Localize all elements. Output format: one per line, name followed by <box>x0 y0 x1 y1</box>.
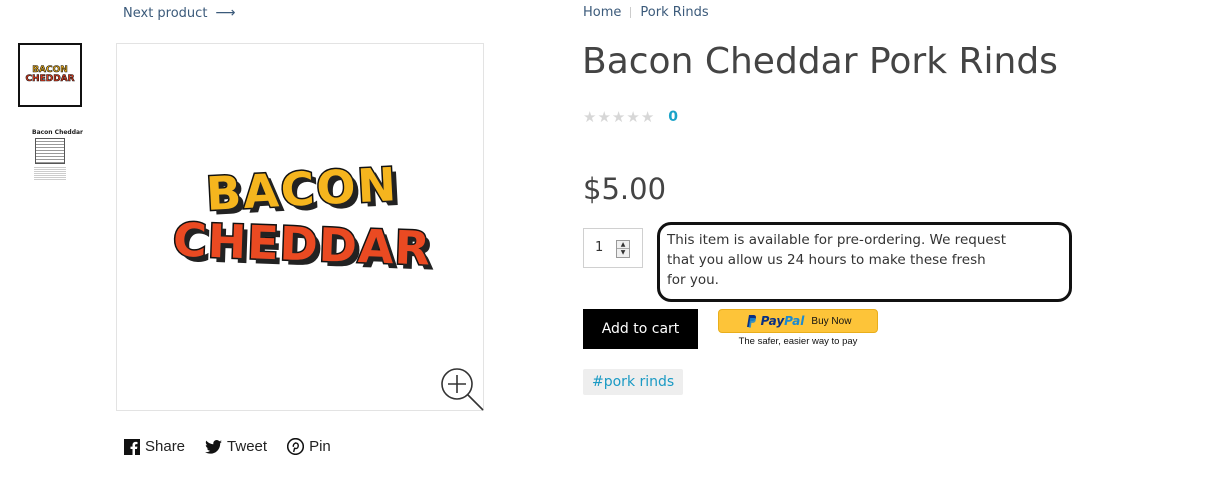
thumbnail-nutrition-label[interactable]: Bacon Cheddar <box>18 125 83 189</box>
share-facebook-button[interactable]: Share <box>124 438 185 455</box>
caret-up-icon[interactable]: ▲ <box>617 241 629 249</box>
breadcrumb-pork-rinds[interactable]: Pork Rinds <box>640 5 708 20</box>
star-icon: ★ <box>640 108 655 126</box>
product-logo: BACON CHEDDAR <box>171 156 434 277</box>
star-rating: ★ ★ ★ ★ ★ <box>583 109 654 125</box>
preorder-note: This item is available for pre-ordering.… <box>667 232 1007 288</box>
star-icon: ★ <box>626 108 640 126</box>
tweet-label: Tweet <box>227 438 268 455</box>
pinterest-icon <box>287 438 305 455</box>
product-tag[interactable]: #pork rinds <box>583 369 684 395</box>
nutrition-label-image: Bacon Cheddar <box>32 129 83 185</box>
product-price: $5.00 <box>583 172 667 206</box>
share-pinterest-button[interactable]: Pin <box>287 438 331 455</box>
twitter-icon <box>205 439 222 454</box>
breadcrumb: Home Pork Rinds <box>583 5 709 20</box>
zoom-icon[interactable] <box>439 366 485 412</box>
next-product-label: Next product <box>123 5 208 21</box>
share-bar: Share Tweet Pin <box>124 438 331 455</box>
share-twitter-button[interactable]: Tweet <box>205 438 267 455</box>
review-count[interactable]: 0 <box>668 109 678 125</box>
star-icon: ★ <box>597 108 611 126</box>
paypal-logo-text: PayPal <box>760 314 805 328</box>
share-label: Share <box>145 438 186 455</box>
paypal-checkout: PayPal Buy Now The safer, easier way to … <box>718 309 878 347</box>
quantity-spinner[interactable]: ▲ ▼ <box>616 240 630 258</box>
breadcrumb-home[interactable]: Home <box>583 5 621 20</box>
paypal-tagline: The safer, easier way to pay <box>738 336 858 347</box>
star-icon: ★ <box>583 108 597 126</box>
thumbnail-logo-image: BACON CHEDDAR <box>25 65 75 84</box>
main-product-image[interactable]: BACON CHEDDAR <box>116 43 484 411</box>
next-product-link[interactable]: Next product ⟶ <box>123 5 236 21</box>
breadcrumb-separator <box>630 7 632 18</box>
thumbnail-list: BACON CHEDDAR Bacon Cheddar <box>18 43 83 189</box>
arrow-right-icon: ⟶ <box>215 5 236 21</box>
paypal-buy-now-label: Buy Now <box>811 315 852 327</box>
quantity-value[interactable]: 1 <box>595 240 603 255</box>
pin-label: Pin <box>309 438 331 455</box>
caret-down-icon[interactable]: ▼ <box>617 249 629 257</box>
quantity-stepper[interactable]: 1 ▲ ▼ <box>583 228 643 268</box>
product-rating[interactable]: ★ ★ ★ ★ ★ 0 <box>583 109 678 125</box>
facebook-icon <box>124 438 140 455</box>
paypal-buy-now-button[interactable]: PayPal Buy Now <box>718 309 878 333</box>
paypal-icon <box>746 315 756 328</box>
product-title: Bacon Cheddar Pork Rinds <box>582 41 1058 82</box>
add-to-cart-button[interactable]: Add to cart <box>583 309 698 349</box>
star-icon: ★ <box>611 108 626 126</box>
thumbnail-logo[interactable]: BACON CHEDDAR <box>18 43 82 107</box>
